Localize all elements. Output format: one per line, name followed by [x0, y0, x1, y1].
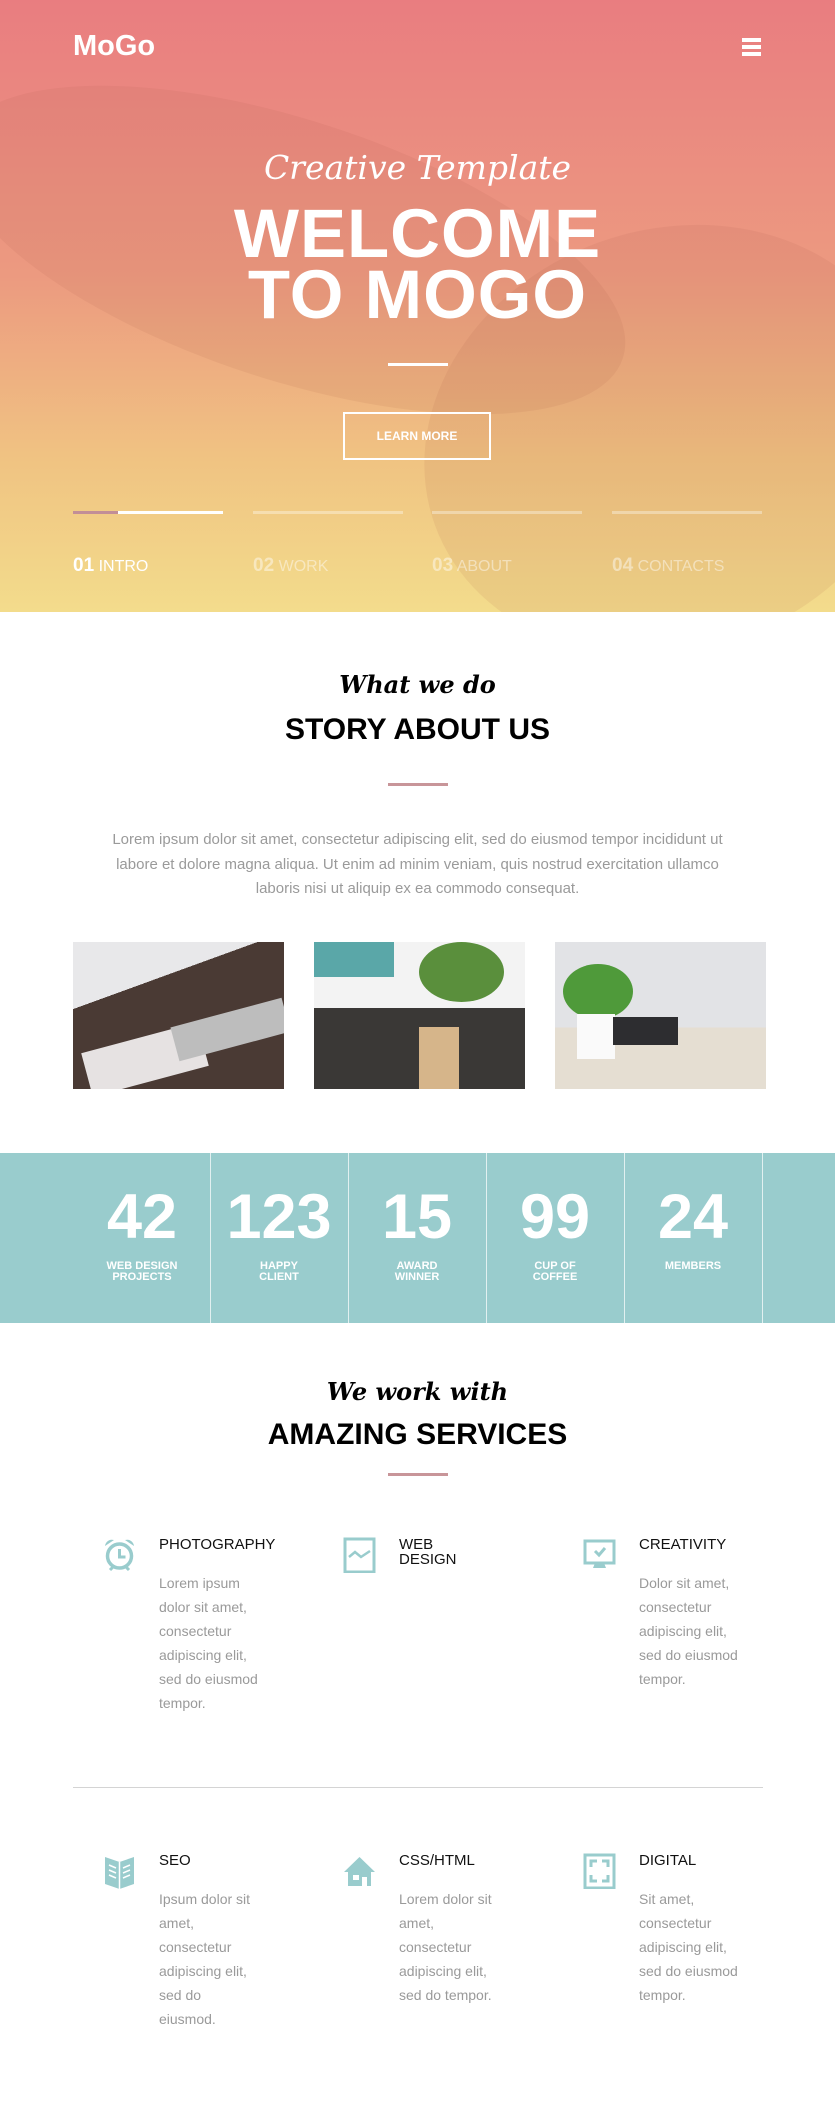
service-text: Ipsum dolor sit amet, consectetur adipis…	[159, 1891, 251, 2027]
slide-tab-intro[interactable]: 01 INTRO	[73, 555, 148, 577]
stat-item: 15 AWARD WINNER	[348, 1153, 486, 1323]
about-script-heading: What we do	[339, 670, 496, 699]
divider	[388, 783, 448, 786]
stat-number: 15	[381, 1182, 453, 1252]
stat-label: HAPPY CLIENT	[259, 1260, 299, 1283]
stat-number: 42	[106, 1182, 178, 1252]
slide-tab-about[interactable]: 03 ABOUT	[432, 555, 512, 577]
stat-item: 24 MEMBERS	[624, 1153, 762, 1323]
services-title: AMAZING SERVICES	[267, 1418, 568, 1451]
hamburger-icon[interactable]	[742, 38, 761, 56]
stat-divider	[486, 1153, 487, 1323]
service-name: SEO	[159, 1852, 191, 1869]
slide-progress-about[interactable]	[432, 511, 582, 514]
stat-label: MEMBERS	[664, 1260, 722, 1272]
about-title: STORY ABOUT US	[284, 713, 551, 746]
monitor-check-icon	[583, 1537, 616, 1573]
service-name: CREATIVITY	[639, 1536, 727, 1553]
slide-progress-intro[interactable]	[73, 511, 223, 514]
slide-tab-contacts[interactable]: 04 CONTACTS	[612, 555, 724, 577]
hero-title: WELCOME TO MOGO	[0, 195, 835, 333]
service-text: Sit amet, consectetur adipiscing elit, s…	[639, 1891, 738, 2003]
stat-item: 123 HAPPY CLIENT	[210, 1153, 348, 1323]
stat-item: 42 WEB DESIGN PROJECTS	[73, 1153, 211, 1323]
learn-more-button[interactable]: LEARN MORE	[343, 412, 491, 460]
stat-number: 123	[226, 1182, 332, 1252]
stats-section: 42 WEB DESIGN PROJECTS 123 HAPPY CLIENT 15 AW…	[0, 1153, 835, 1323]
stat-label: AWARD WINNER	[394, 1260, 440, 1283]
service-text: Dolor sit amet, consectetur adipiscing e…	[639, 1575, 738, 1687]
service-name: DIGITAL	[639, 1852, 697, 1869]
services-script-heading: We work with	[326, 1377, 509, 1406]
service-name: WEB DESIGN	[399, 1536, 457, 1568]
divider	[388, 1473, 448, 1476]
hero-title-line: WELCOME	[233, 195, 602, 272]
stat-divider	[348, 1153, 349, 1323]
photo-desk-imac	[73, 942, 284, 1089]
progress-fill	[73, 511, 118, 514]
stat-divider	[210, 1153, 211, 1323]
stat-label: CUP OF COFFEE	[532, 1260, 578, 1283]
slide-progress-work[interactable]	[253, 511, 403, 514]
slide-progress-contacts[interactable]	[612, 511, 762, 514]
hero-subtitle: Creative Template	[263, 148, 572, 187]
service-name: CSS/HTML	[399, 1852, 475, 1869]
hero-section: MoGo Creative Template WELCOME TO MOGO LE…	[0, 0, 835, 612]
house-icon	[343, 1853, 376, 1889]
fullscreen-icon	[583, 1853, 616, 1890]
hero-title-line: TO MOGO	[247, 256, 588, 333]
services-divider	[73, 1787, 763, 1788]
chart-line-icon	[343, 1537, 376, 1574]
service-text: Lorem dolor sit amet, consectetur adipis…	[399, 1891, 492, 2003]
slide-tab-work[interactable]: 02 WORK	[253, 555, 328, 577]
stat-label: WEB DESIGN PROJECTS	[106, 1260, 178, 1283]
service-text: Lorem ipsum dolor sit amet, consectetur …	[159, 1575, 258, 1711]
photo-plant-camera	[555, 942, 766, 1089]
alarm-clock-icon	[103, 1537, 136, 1573]
service-name: PHOTOGRAPHY	[159, 1536, 276, 1553]
stat-divider	[762, 1153, 763, 1323]
logo[interactable]: MoGo	[73, 30, 155, 63]
stat-divider	[624, 1153, 625, 1323]
book-icon	[103, 1853, 136, 1889]
stat-item: 99 CUP OF COFFEE	[486, 1153, 624, 1323]
stat-number: 99	[519, 1182, 591, 1252]
photo-headphones-notebook	[314, 942, 525, 1089]
stat-number: 24	[657, 1182, 729, 1252]
about-text: Lorem ipsum dolor sit amet, consectetur …	[112, 831, 723, 897]
divider	[388, 363, 448, 366]
